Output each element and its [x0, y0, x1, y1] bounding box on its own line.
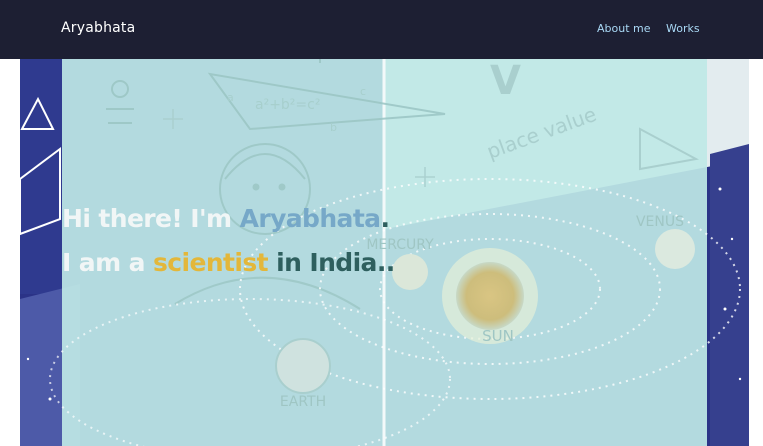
formula-label: a²+b²=c²	[255, 97, 320, 113]
earth-planet	[275, 338, 331, 394]
svg-text:b: b	[330, 121, 337, 134]
top-navbar: Aryabhata About me Works	[0, 0, 763, 59]
venus-label: VENUS	[636, 214, 684, 230]
brand-logo[interactable]: Aryabhata	[61, 20, 135, 36]
sky-right	[710, 144, 749, 446]
name-highlight: Aryabhata	[239, 204, 381, 233]
venus-planet	[655, 229, 695, 269]
hero-headline: Hi there! I'm Aryabhata. I am a scientis…	[62, 197, 422, 285]
greeting-line: Hi there! I'm Aryabhata.	[62, 204, 390, 233]
sun-planet	[456, 262, 524, 330]
svg-text:a: a	[227, 91, 234, 104]
role-line: I am a scientist in India..	[62, 248, 395, 277]
nav-works[interactable]: Works	[666, 22, 700, 35]
nav-about-me[interactable]: About me	[597, 22, 651, 35]
earth-label: EARTH	[280, 394, 326, 410]
svg-text:c: c	[360, 85, 366, 98]
place-highlight: in India	[268, 248, 377, 277]
numeral-v: V	[490, 59, 521, 104]
role-highlight: scientist	[153, 248, 269, 277]
sun-label: SUN	[482, 327, 514, 345]
